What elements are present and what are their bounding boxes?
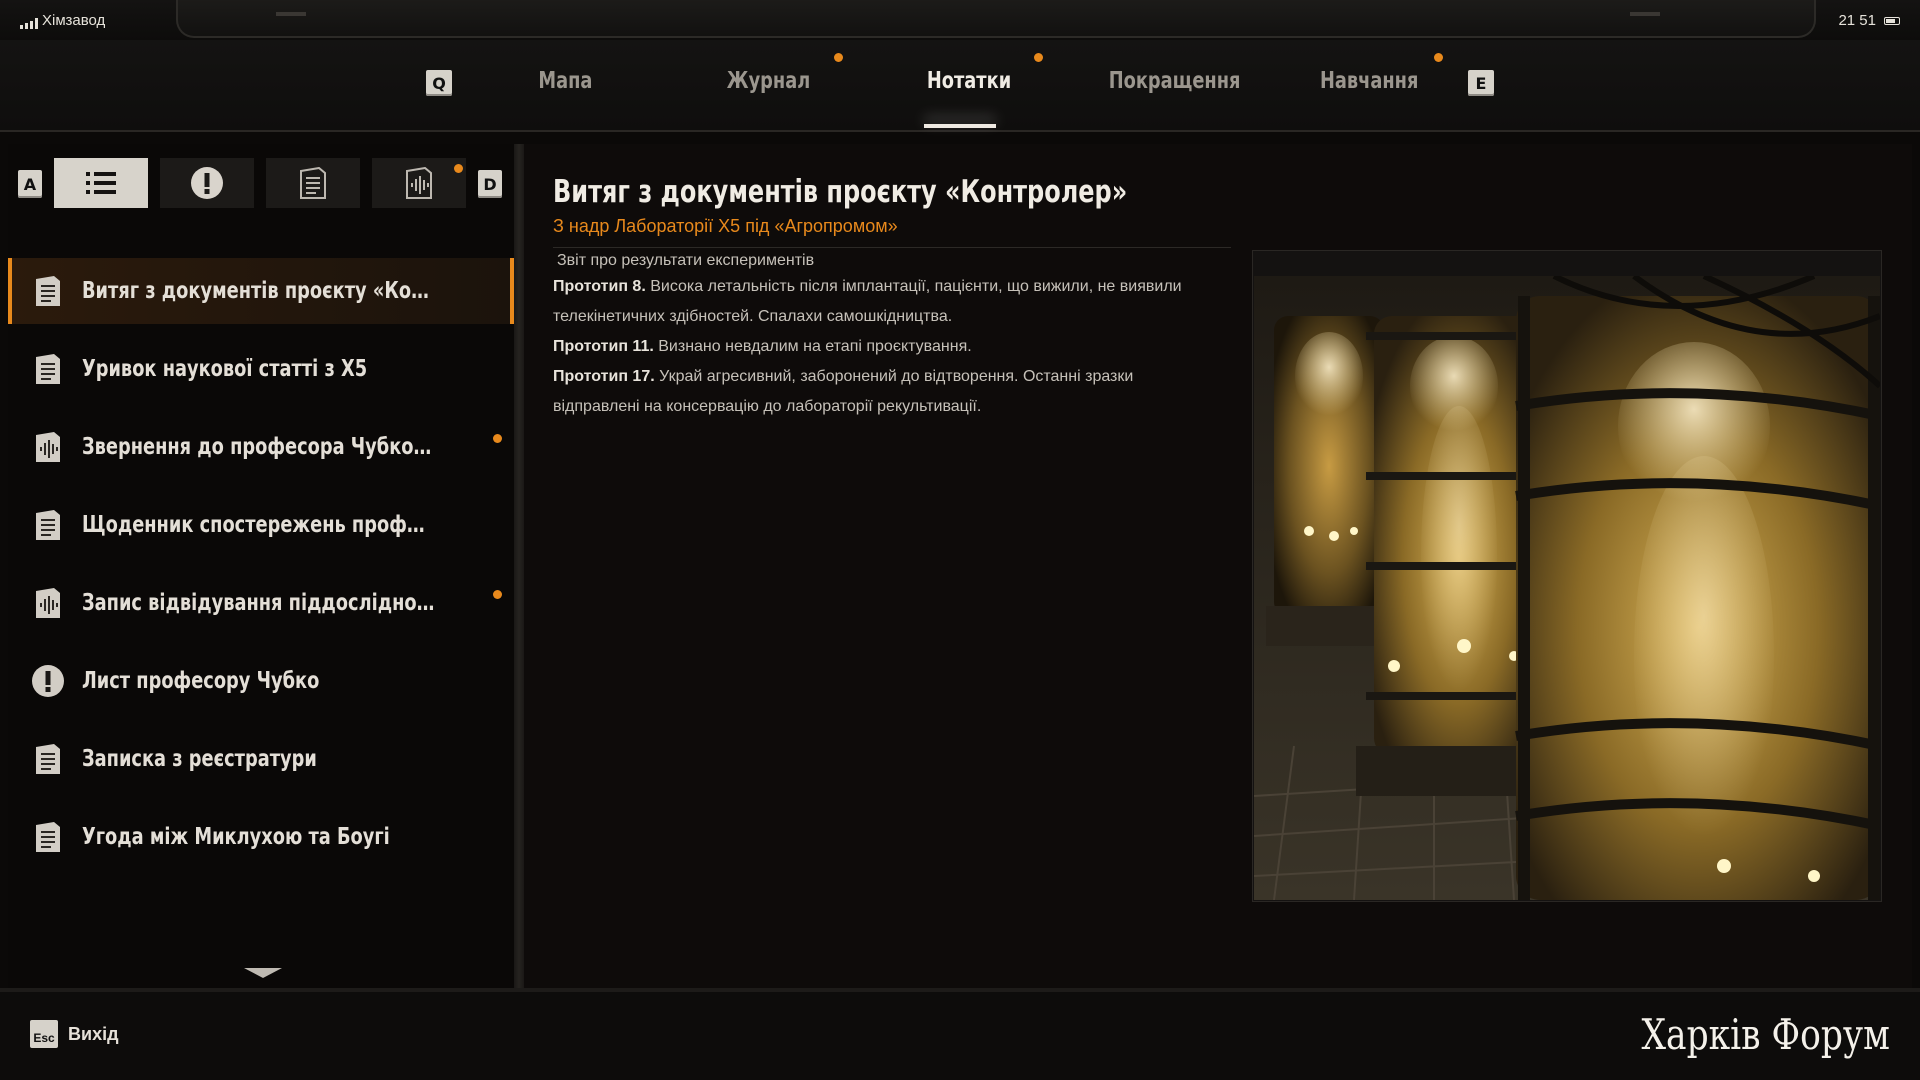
list-item[interactable]: Записка з реєстратури <box>8 726 514 792</box>
tab-tutorial[interactable]: Навчання <box>1320 68 1418 108</box>
document-subtitle: З надр Лабораторії X5 під «Агропромом» <box>553 216 898 236</box>
note-title: Щоденник спостережень професора Дву... <box>82 512 435 538</box>
document-divider <box>553 247 1231 248</box>
list-item[interactable]: Угода між Миклухою та Боугі <box>8 804 514 870</box>
exit-button[interactable]: Вихід <box>68 1024 119 1045</box>
document-icon <box>30 273 66 309</box>
exclamation-icon <box>191 167 223 199</box>
battery-icon <box>1884 16 1900 25</box>
bottom-bar <box>0 988 1920 1080</box>
panel-divider <box>514 144 524 988</box>
tab-journal-notification-dot <box>834 53 843 62</box>
watermark: Харків Форум <box>1641 1010 1890 1059</box>
filter-audio-notification-dot <box>454 164 463 173</box>
note-notification-dot <box>493 434 502 443</box>
entry-label: Прототип 17. <box>553 368 655 385</box>
list-item[interactable]: Щоденник спостережень професора Дву... <box>8 492 514 558</box>
active-tab-indicator <box>924 124 996 128</box>
document-title: Витяг з документів проєкту «Контролер» <box>553 174 1128 210</box>
note-notification-dot <box>493 590 502 599</box>
notes-list: Витяг з документів проєкту «Контролер» У… <box>8 258 514 882</box>
tab-tutorial-notification-dot <box>1434 53 1443 62</box>
document-entry: Прототип 8. Висока летальність після імп… <box>553 272 1193 332</box>
note-title: Уривок наукової статті з X5 <box>82 356 368 382</box>
clock-time: 21 51 <box>1838 12 1876 29</box>
note-title: Угода між Миклухою та Боугі <box>82 824 390 850</box>
prev-filter-key[interactable]: A <box>18 170 42 198</box>
list-item[interactable]: Звернення до професора Чубко М. <box>8 414 514 480</box>
tab-notes[interactable]: Нотатки <box>927 68 1011 108</box>
frame-notch <box>1630 12 1660 16</box>
filter-all-button[interactable] <box>54 158 148 208</box>
note-title: Звернення до професора Чубко М. <box>82 434 435 460</box>
carrier-name: Хімзавод <box>42 12 106 29</box>
filter-important-button[interactable] <box>160 158 254 208</box>
list-item[interactable]: Запис відвідування піддослідного, яки... <box>8 570 514 636</box>
tab-bar: Q Мапа Журнал Нотатки Покращення Навчанн… <box>0 40 1920 132</box>
list-icon <box>86 172 116 194</box>
scroll-down-icon[interactable] <box>244 968 282 978</box>
entry-text: Висока летальність після імплантації, па… <box>553 278 1182 325</box>
esc-key[interactable]: Esc <box>30 1020 58 1048</box>
document-entry: Прототип 17. Украй агресивний, заборонен… <box>553 362 1193 422</box>
prev-tab-key[interactable]: Q <box>426 70 452 96</box>
carrier: Хімзавод <box>20 12 105 29</box>
status-bar-frame <box>176 0 1816 38</box>
document-photo <box>1254 276 1880 900</box>
next-filter-key[interactable]: D <box>478 170 502 198</box>
audio-document-icon <box>406 167 432 199</box>
audio-document-icon <box>30 429 66 465</box>
entry-label: Прототип 8. <box>553 278 646 295</box>
tab-map[interactable]: Мапа <box>538 68 592 108</box>
list-item[interactable]: Лист професору Чубко <box>8 648 514 714</box>
document-icon <box>30 819 66 855</box>
note-title: Лист професору Чубко <box>82 668 320 694</box>
document-body: Звіт про результати експериментів Протот… <box>553 250 1193 422</box>
list-item[interactable]: Уривок наукової статті з X5 <box>8 336 514 402</box>
next-tab-key[interactable]: E <box>1468 70 1494 96</box>
status-bar: Хімзавод 21 51 <box>0 0 1920 40</box>
tab-upgrades[interactable]: Покращення <box>1109 68 1241 108</box>
note-title: Записка з реєстратури <box>82 746 317 772</box>
document-icon <box>30 351 66 387</box>
note-title: Витяг з документів проєкту «Контролер» <box>82 278 435 304</box>
filter-bar: A D <box>8 152 516 214</box>
document-icon <box>30 507 66 543</box>
list-item[interactable]: Витяг з документів проєкту «Контролер» <box>8 258 514 324</box>
filter-documents-button[interactable] <box>266 158 360 208</box>
document-icon <box>30 741 66 777</box>
document-icon <box>300 167 326 199</box>
entry-label: Прототип 11. <box>553 338 654 355</box>
audio-document-icon <box>30 585 66 621</box>
entry-text: Визнано невдалим на етапі проєктування. <box>653 338 972 355</box>
signal-icon <box>20 18 38 29</box>
document-entry: Прототип 11. Визнано невдалим на етапі п… <box>553 332 1193 362</box>
exclamation-icon <box>30 663 66 699</box>
frame-notch <box>276 12 306 16</box>
note-title: Запис відвідування піддослідного, яки... <box>82 590 435 616</box>
tab-journal[interactable]: Журнал <box>727 68 810 108</box>
tab-notes-notification-dot <box>1034 53 1043 62</box>
filter-audio-button[interactable] <box>372 158 466 208</box>
clock: 21 51 <box>1838 12 1900 29</box>
document-heading: Звіт про результати експериментів <box>557 252 815 269</box>
